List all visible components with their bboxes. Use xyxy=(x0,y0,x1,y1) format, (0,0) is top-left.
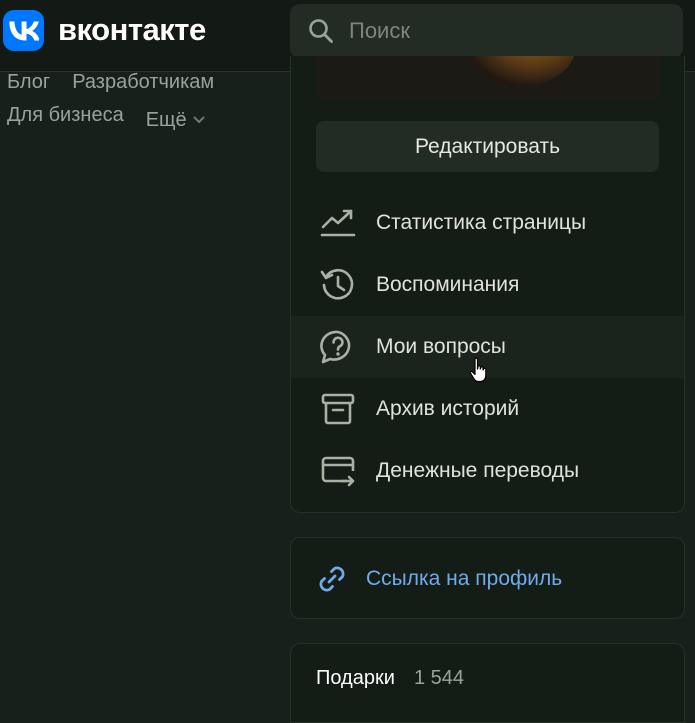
menu-item-stats[interactable]: Статистика страницы xyxy=(291,192,684,254)
search-input[interactable] xyxy=(347,4,667,58)
more-label: Ещё xyxy=(145,108,187,131)
gifts-title: Подарки xyxy=(316,667,395,689)
chevron-down-icon xyxy=(193,116,205,123)
link-blog[interactable]: Блог xyxy=(7,70,50,103)
gifts-count: 1 544 xyxy=(414,667,465,689)
profile-photo-image xyxy=(466,56,576,86)
profile-link-label: Ссылка на профиль xyxy=(366,567,563,590)
menu-item-label: Денежные переводы xyxy=(376,459,580,482)
edit-profile-button[interactable]: Редактировать xyxy=(316,121,659,172)
vk-wordmark[interactable]: вконтакте xyxy=(58,11,206,49)
history-icon xyxy=(320,267,356,303)
search-bar[interactable] xyxy=(290,4,683,58)
menu-item-label: Статистика страницы xyxy=(376,211,587,234)
stats-chart-icon xyxy=(320,205,356,241)
profile-photo[interactable] xyxy=(316,56,659,100)
gifts-card[interactable]: Подарки 1 544 xyxy=(290,643,685,723)
menu-item-stories-archive[interactable]: Архив историй xyxy=(291,378,684,440)
search-icon xyxy=(309,19,333,43)
question-bubble-icon xyxy=(320,329,356,365)
money-transfer-icon xyxy=(320,453,356,489)
profile-link-button[interactable]: Ссылка на профиль xyxy=(291,538,686,620)
more-menu-button[interactable]: Ещё xyxy=(146,103,205,136)
menu-item-money-transfers[interactable]: Денежные переводы xyxy=(291,440,684,502)
archive-icon xyxy=(320,391,356,427)
link-developers[interactable]: Разработчикам xyxy=(72,70,214,103)
menu-item-memories[interactable]: Воспоминания xyxy=(291,254,684,316)
menu-item-label: Воспоминания xyxy=(376,273,520,296)
profile-link-card: Ссылка на профиль xyxy=(290,537,685,619)
vk-logo-icon[interactable] xyxy=(3,10,44,51)
menu-item-my-questions[interactable]: Мои вопросы xyxy=(291,316,684,378)
menu-item-label: Архив историй xyxy=(376,397,520,420)
link-icon xyxy=(319,566,345,592)
footer-links: Блог Разработчикам Для бизнеса Ещё xyxy=(7,70,214,136)
link-business[interactable]: Для бизнеса xyxy=(7,103,124,136)
profile-menu-card: Редактировать Статистика страницы Воспом… xyxy=(290,56,685,513)
menu-item-label: Мои вопросы xyxy=(376,335,506,358)
